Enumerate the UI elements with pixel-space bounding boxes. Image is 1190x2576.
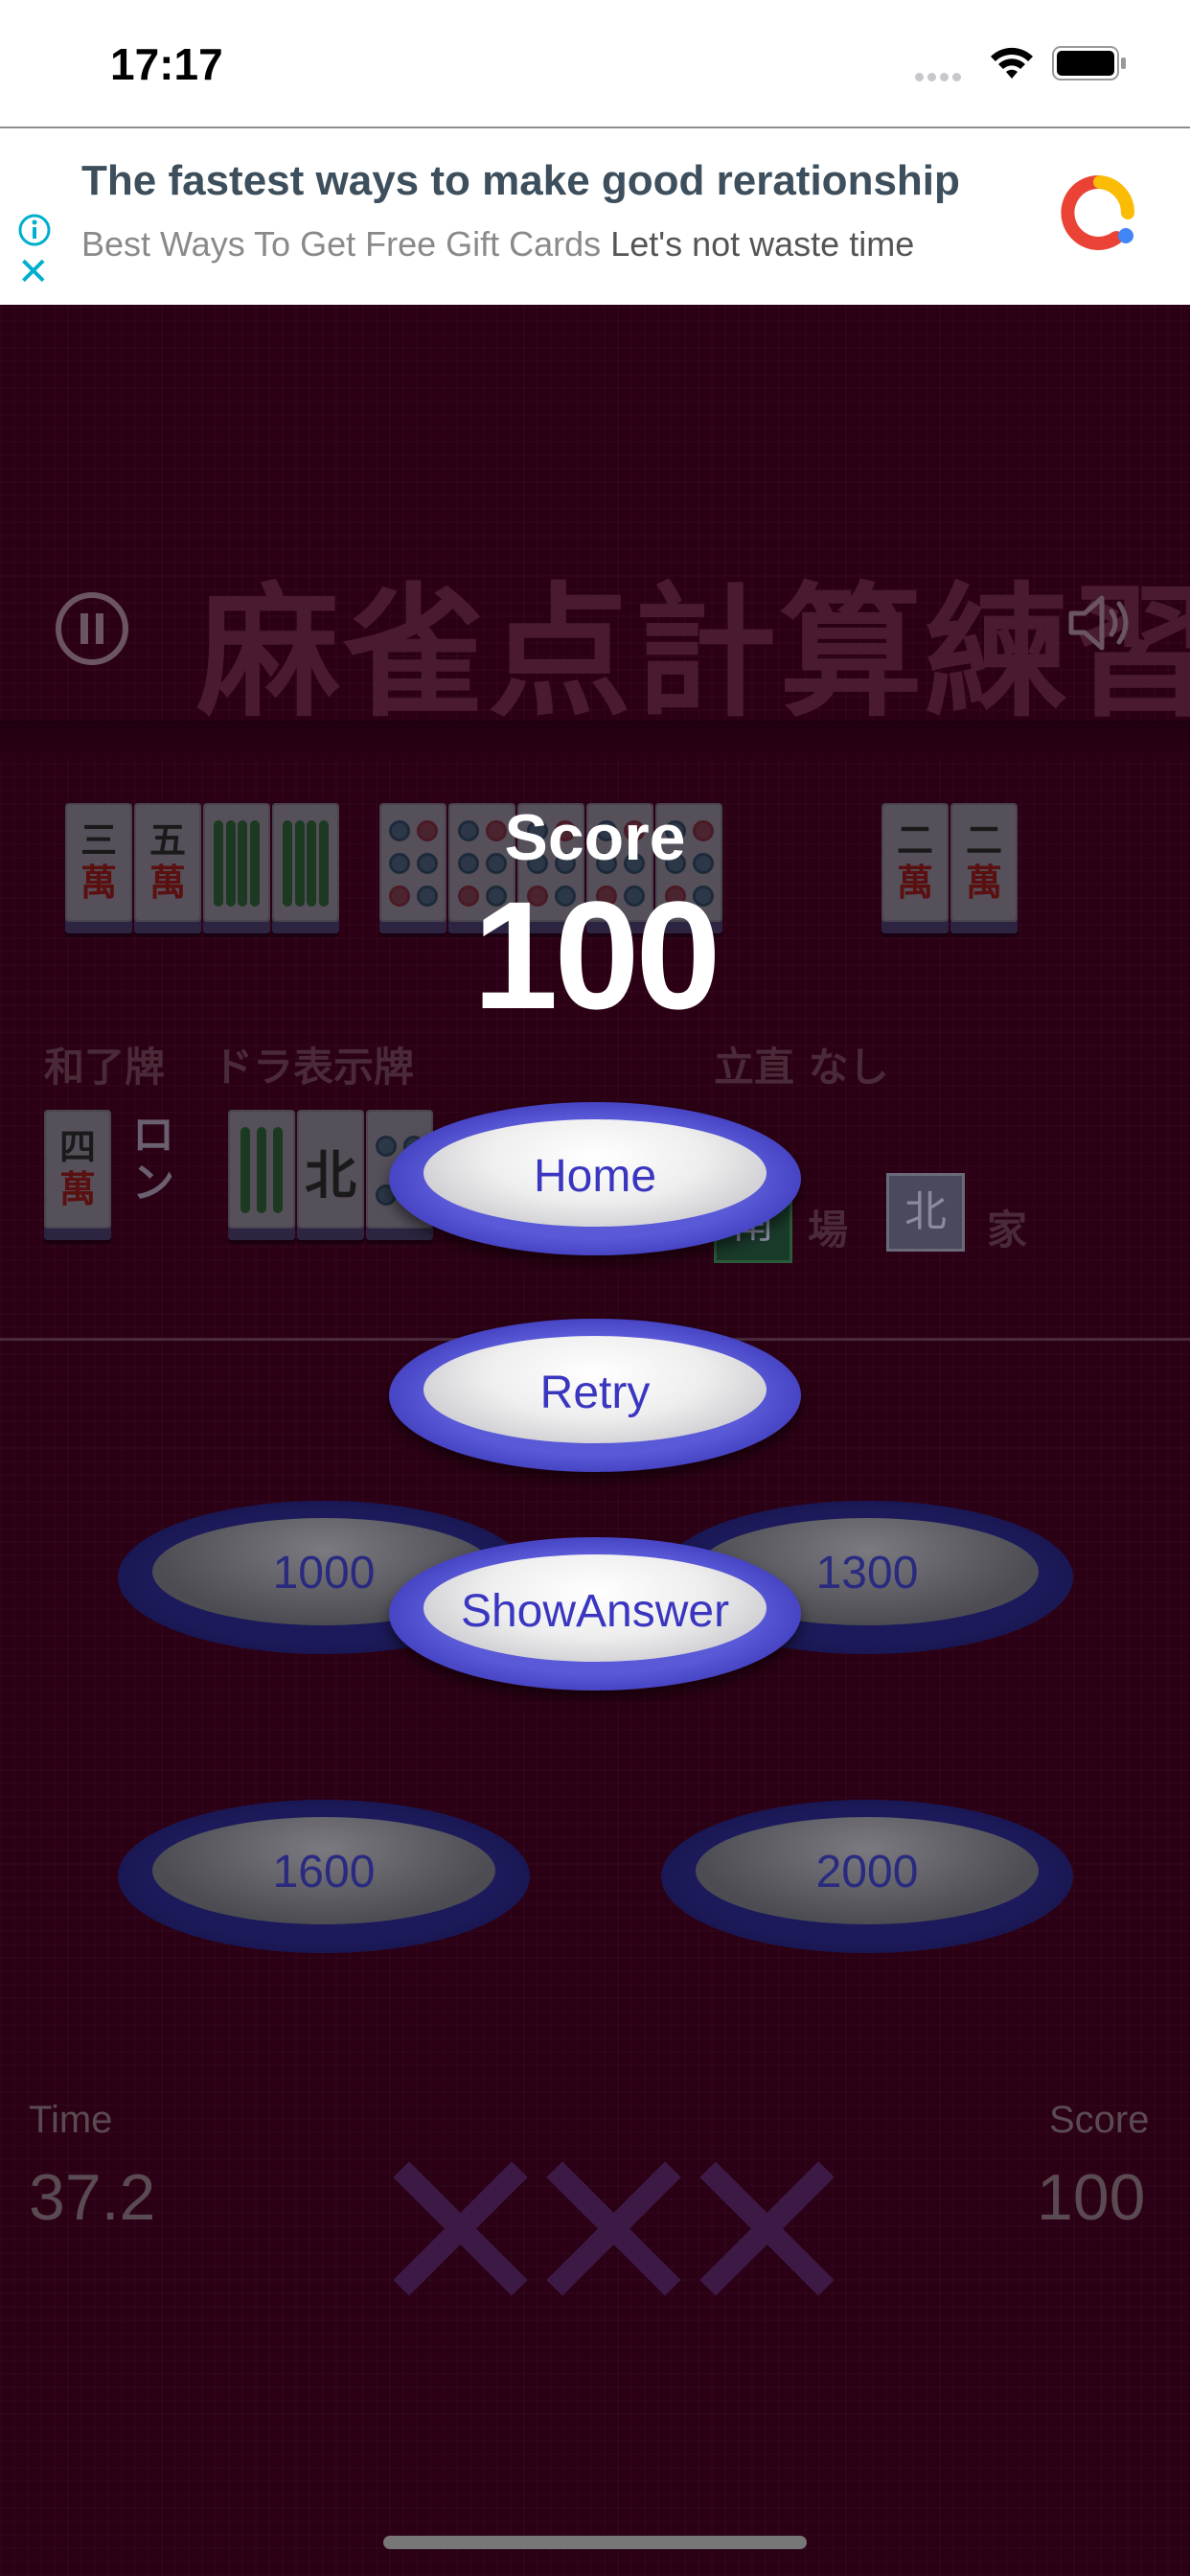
dora-indicator-label: ドラ表示牌 [213,1044,415,1091]
ad-logo-icon[interactable] [1059,174,1141,251]
score-label: Score [1049,2099,1150,2141]
wifi-icon [991,47,1033,79]
home-indicator[interactable] [383,2536,807,2549]
retry-button[interactable]: Retry [389,1319,801,1472]
home-button[interactable]: Home [389,1102,801,1255]
speaker-icon[interactable] [1065,586,1138,659]
overlay-score-value: 100 [472,869,721,1041]
seat-wind-tile: 北 [886,1173,965,1252]
show-answer-button[interactable]: ShowAnswer [389,1537,801,1690]
game-title: 麻雀点計算練習 [196,568,1190,737]
ie-label: 家 [987,1207,1028,1254]
ad-subtitle-gray: Best Ways To Get Free Gift Cards [81,224,602,264]
riichi-label: 立直 なし [714,1044,889,1091]
top-divider [0,721,1190,759]
pause-icon[interactable] [56,592,128,665]
ad-banner[interactable]: The fastest ways to make good rerationsh… [0,126,1190,305]
overlay-score-label: Score [504,801,686,874]
dora-tile [228,1110,295,1240]
time-value: 37.2 [29,2161,156,2234]
status-bar: 17:17 [0,0,1190,126]
ad-close-icon[interactable]: ✕ [17,253,50,291]
status-time: 17:17 [110,39,223,89]
battery-icon [1052,46,1126,80]
ad-subtitle-dark: Let's not waste time [610,224,915,264]
winning-tile: 四 萬 [44,1110,111,1240]
ad-subtitle[interactable]: Best Ways To Get Free Gift Cards Let's n… [81,224,914,264]
answer-button-1600[interactable]: 1600 [118,1800,530,1953]
winning-tile-label: 和了牌 [44,1044,166,1091]
dora-tile: 北 [297,1110,364,1240]
time-label: Time [29,2099,113,2141]
ad-title[interactable]: The fastest ways to make good rerationsh… [81,157,960,205]
signal-icon [915,69,973,81]
ba-label: 場 [808,1207,849,1254]
score-value: 100 [1037,2161,1146,2234]
ad-info-icon[interactable] [17,213,52,247]
ron-label: ロン [132,1111,174,1208]
miss-mark-icon: ✕ [671,2099,864,2367]
answer-button-2000[interactable]: 2000 [661,1800,1073,1953]
